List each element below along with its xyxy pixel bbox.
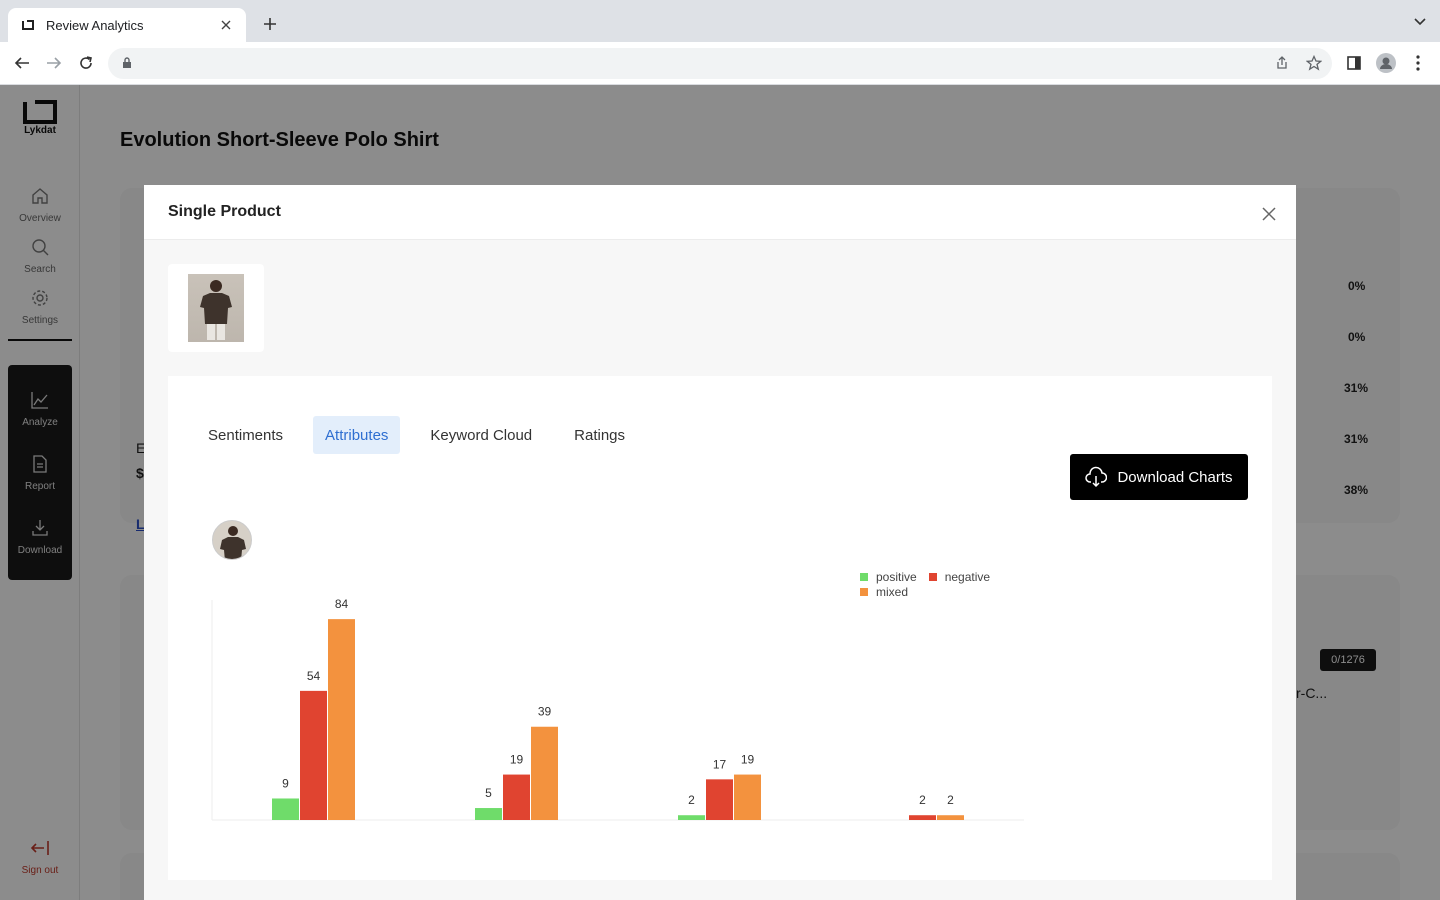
bar-negative[interactable]	[300, 690, 327, 820]
close-icon[interactable]	[1260, 205, 1278, 223]
back-arrow-icon[interactable]	[10, 51, 34, 75]
reload-icon[interactable]	[74, 51, 98, 75]
attributes-bar-chart-svg: 9 54 84 5 19 39 2 17 19 2 2	[211, 597, 1024, 821]
product-image	[188, 274, 244, 342]
bar-value-label: 2	[919, 793, 926, 807]
profile-avatar-icon[interactable]	[1374, 51, 1398, 75]
analytics-panel: Sentiments Attributes Keyword Cloud Rati…	[168, 376, 1272, 880]
cloud-download-icon	[1085, 466, 1108, 488]
new-tab-icon[interactable]	[258, 12, 282, 36]
single-product-modal: Single Product Sentiments Attributes Key…	[144, 185, 1296, 900]
tab-title: Review Analytics	[46, 17, 144, 33]
bar-value-label: 19	[510, 753, 524, 767]
browser-tabstrip: Review Analytics	[0, 0, 1440, 42]
forward-arrow-icon[interactable]	[42, 51, 66, 75]
bar-negative[interactable]	[706, 779, 733, 820]
bar-value-label: 2	[947, 793, 954, 807]
lock-icon	[120, 56, 134, 70]
download-charts-button[interactable]: Download Charts	[1070, 454, 1248, 500]
product-thumbnail-card[interactable]	[168, 264, 264, 352]
tab-sentiments[interactable]: Sentiments	[196, 416, 295, 454]
bar-mixed[interactable]	[734, 774, 761, 820]
bar-value-label: 84	[335, 597, 349, 611]
bar-negative[interactable]	[909, 815, 936, 820]
modal-title: Single Product	[168, 203, 281, 220]
bar-value-label: 17	[713, 757, 727, 771]
bookmark-star-icon[interactable]	[1304, 53, 1324, 73]
tab-search-chevron-icon[interactable]	[1412, 14, 1428, 30]
side-panel-icon[interactable]	[1342, 51, 1366, 75]
browser-menu-icon[interactable]	[1406, 51, 1430, 75]
bar-value-label: 19	[741, 753, 755, 767]
bar-value-label: 54	[307, 669, 321, 683]
bar-positive[interactable]	[272, 798, 299, 820]
tab-keyword-cloud[interactable]: Keyword Cloud	[418, 416, 544, 454]
bar-positive[interactable]	[678, 815, 705, 820]
bar-value-label: 9	[282, 776, 289, 790]
bar-value-label: 2	[688, 793, 695, 807]
bar-value-label: 5	[485, 786, 492, 800]
bar-negative[interactable]	[503, 774, 530, 820]
address-bar[interactable]	[108, 48, 1332, 79]
bar-mixed[interactable]	[328, 619, 355, 820]
share-icon[interactable]	[1272, 53, 1292, 73]
modal-header: Single Product	[144, 185, 1296, 240]
bar-mixed[interactable]	[937, 815, 964, 820]
product-avatar	[212, 520, 252, 560]
browser-tab[interactable]: Review Analytics	[8, 8, 246, 42]
tab-ratings[interactable]: Ratings	[562, 416, 637, 454]
bar-value-label: 39	[538, 705, 552, 719]
tab-attributes[interactable]: Attributes	[313, 416, 401, 454]
tab-close-icon[interactable]	[218, 17, 234, 33]
analytics-tabs: Sentiments Attributes Keyword Cloud Rati…	[196, 416, 655, 454]
bar-positive[interactable]	[475, 808, 502, 820]
bar-mixed[interactable]	[531, 726, 558, 820]
lykdat-favicon-icon	[20, 17, 36, 33]
download-charts-label: Download Charts	[1117, 468, 1233, 486]
browser-toolbar	[0, 42, 1440, 85]
attributes-bar-chart: 9 54 84 5 19 39 2 17 19 2 2	[168, 556, 1068, 856]
